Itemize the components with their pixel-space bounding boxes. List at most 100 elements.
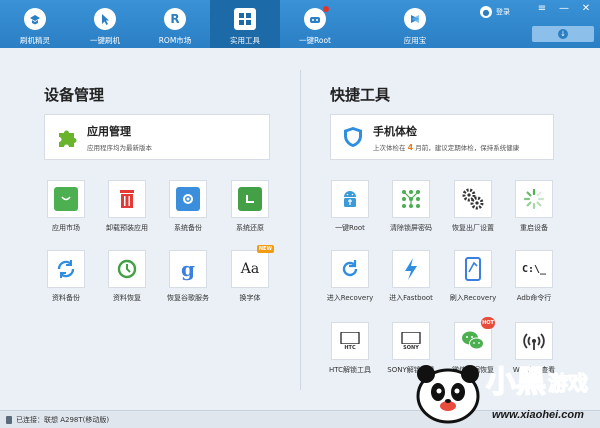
tool-label: 换字体 bbox=[239, 294, 261, 302]
login-label: 登录 bbox=[496, 8, 510, 16]
nav-label: 应用宝 bbox=[403, 36, 427, 45]
tool-label: 资料恢复 bbox=[113, 294, 141, 302]
hot-badge: HOT bbox=[481, 317, 495, 329]
loading-icon bbox=[522, 187, 546, 211]
google-icon: g bbox=[181, 257, 195, 281]
tool-system-restore[interactable]: 系统还原 bbox=[220, 180, 280, 240]
nav-label: 一键刷机 bbox=[90, 36, 120, 45]
tool-adb-command-line[interactable]: C:\_ Adb命令行 bbox=[504, 250, 564, 310]
refresh-icon bbox=[338, 257, 362, 281]
close-icon[interactable]: ✕ bbox=[580, 3, 592, 15]
menu-icon[interactable]: ≡ bbox=[536, 3, 548, 15]
clock-restore-icon bbox=[115, 257, 139, 281]
tool-label: 刷入Recovery bbox=[449, 294, 497, 302]
quick-tools-title: 快捷工具 bbox=[330, 86, 391, 104]
puzzle-icon bbox=[59, 130, 77, 147]
nav-flash-wizard[interactable]: 刷机精灵 bbox=[0, 0, 70, 48]
tool-enter-fastboot[interactable]: 进入Fastboot bbox=[381, 250, 441, 310]
brand-url: www.xiaohei.com bbox=[492, 409, 584, 421]
system-backup-icon bbox=[176, 187, 200, 211]
tool-flash-recovery[interactable]: 刷入Recovery bbox=[443, 250, 503, 310]
tool-system-backup[interactable]: 系统备份 bbox=[158, 180, 218, 240]
device-management-title: 设备管理 bbox=[44, 86, 105, 104]
grid-icon bbox=[234, 8, 256, 30]
shield-icon bbox=[344, 127, 362, 147]
brand-char-3: 游戏 bbox=[548, 371, 588, 395]
tool-restore-google-services[interactable]: g 恢复谷歌服务 bbox=[158, 250, 218, 310]
minimize-icon[interactable]: — bbox=[558, 3, 570, 15]
tablet-icon bbox=[461, 257, 485, 281]
tool-label: 清除锁屏密码 bbox=[390, 224, 432, 232]
nav-app-store[interactable]: 应用宝 bbox=[380, 0, 450, 48]
tool-label: 重启设备 bbox=[520, 224, 548, 232]
tool-one-click-root[interactable]: 一键Root bbox=[320, 180, 380, 240]
system-restore-icon bbox=[238, 187, 262, 211]
tool-label: 资料备份 bbox=[52, 294, 80, 302]
tool-restart-device[interactable]: 重启设备 bbox=[504, 180, 564, 240]
trash-icon bbox=[115, 187, 139, 211]
terminal-icon: C:\_ bbox=[521, 263, 547, 275]
tool-label: 系统备份 bbox=[174, 224, 202, 232]
tool-change-font[interactable]: Aa NEW 换字体 bbox=[220, 245, 280, 310]
htc-phone-icon: HTC bbox=[338, 329, 362, 353]
nav-one-click-flash[interactable]: 一键刷机 bbox=[70, 0, 140, 48]
appstore-icon bbox=[404, 8, 426, 30]
font-icon: Aa bbox=[240, 261, 260, 277]
card-subtitle: 应用程序均为最新版本 bbox=[87, 143, 152, 152]
connection-status: 已连接：联想 A298T(移动版) bbox=[16, 415, 110, 424]
tool-uninstall-preinstalled[interactable]: 卸载预装应用 bbox=[97, 180, 157, 240]
nav-rom-market[interactable]: R ROM市场 bbox=[140, 0, 210, 48]
top-nav-bar: 刷机精灵 一键刷机 R ROM市场 实用工具 一键Root 应用宝 ● 登录 ≡… bbox=[0, 0, 600, 48]
tool-label: 进入Recovery bbox=[326, 294, 374, 302]
brand-lettering: 小 黑 游戏 www.xiaohei.com bbox=[485, 365, 588, 421]
shopping-bag-icon bbox=[54, 187, 78, 211]
phone-checkup-card[interactable]: 手机体检 上次体检在 4 月前，建议定期体检，保持系统健康 bbox=[330, 114, 554, 160]
root-icon bbox=[304, 6, 329, 30]
checkup-prefix: 上次体检在 bbox=[373, 143, 406, 152]
htc-text: HTC bbox=[344, 344, 356, 351]
tool-label: 卸载预装应用 bbox=[106, 224, 148, 232]
tool-clear-lock-password[interactable]: 清除锁屏密码 bbox=[381, 180, 441, 240]
tool-enter-recovery[interactable]: 进入Recovery bbox=[320, 250, 380, 310]
checkup-suffix: 月前，建议定期体检，保持系统健康 bbox=[415, 143, 520, 152]
cursor-icon bbox=[94, 8, 116, 30]
tool-data-backup[interactable]: 资料备份 bbox=[36, 250, 96, 310]
logo-icon bbox=[24, 8, 46, 30]
download-button[interactable]: ↓ bbox=[532, 26, 594, 42]
tool-label: 进入Fastboot bbox=[389, 294, 433, 302]
checkup-months: 4 bbox=[407, 142, 414, 152]
nav-label: 刷机精灵 bbox=[20, 36, 50, 45]
tool-label: 应用市场 bbox=[52, 224, 80, 232]
login-link[interactable]: ● 登录 bbox=[480, 6, 510, 18]
phone-connected-icon bbox=[6, 415, 12, 424]
nav-one-click-root[interactable]: 一键Root bbox=[280, 0, 350, 48]
tool-label: 一键Root bbox=[335, 224, 365, 232]
download-icon: ↓ bbox=[558, 29, 568, 39]
section-divider bbox=[300, 70, 301, 390]
tool-label: 恢复出厂设置 bbox=[452, 224, 494, 232]
tool-factory-reset[interactable]: 恢复出厂设置 bbox=[443, 180, 503, 240]
app-management-card[interactable]: 应用管理 应用程序均为最新版本 bbox=[44, 114, 270, 160]
card-title: 手机体检 bbox=[373, 124, 417, 138]
site-watermark-logo: 小 黑 游戏 www.xiaohei.com bbox=[416, 365, 589, 424]
panda-mascot-icon bbox=[416, 365, 480, 424]
tool-data-restore[interactable]: 资料恢复 bbox=[97, 250, 157, 310]
lightning-icon bbox=[399, 257, 423, 281]
nav-label: ROM市场 bbox=[158, 36, 192, 45]
pattern-lock-icon bbox=[399, 187, 423, 211]
tool-app-market[interactable]: 应用市场 bbox=[36, 180, 96, 240]
tool-htc-unlock[interactable]: HTC HTC解锁工具 bbox=[320, 322, 380, 382]
android-root-icon bbox=[338, 187, 362, 211]
tool-label: 恢复谷歌服务 bbox=[167, 294, 209, 302]
tool-label: HTC解锁工具 bbox=[328, 366, 372, 374]
gears-icon bbox=[461, 187, 485, 211]
card-subtitle: 上次体检在 4 月前，建议定期体检，保持系统健康 bbox=[373, 142, 519, 152]
brand-char-1: 小 bbox=[486, 366, 516, 399]
sync-icon bbox=[54, 257, 78, 281]
nav-label: 一键Root bbox=[299, 36, 331, 45]
nav-utilities[interactable]: 实用工具 bbox=[210, 0, 280, 48]
tool-label: 系统还原 bbox=[236, 224, 264, 232]
notification-dot bbox=[323, 6, 329, 12]
user-icon: ● bbox=[480, 6, 492, 18]
card-title: 应用管理 bbox=[87, 124, 131, 138]
